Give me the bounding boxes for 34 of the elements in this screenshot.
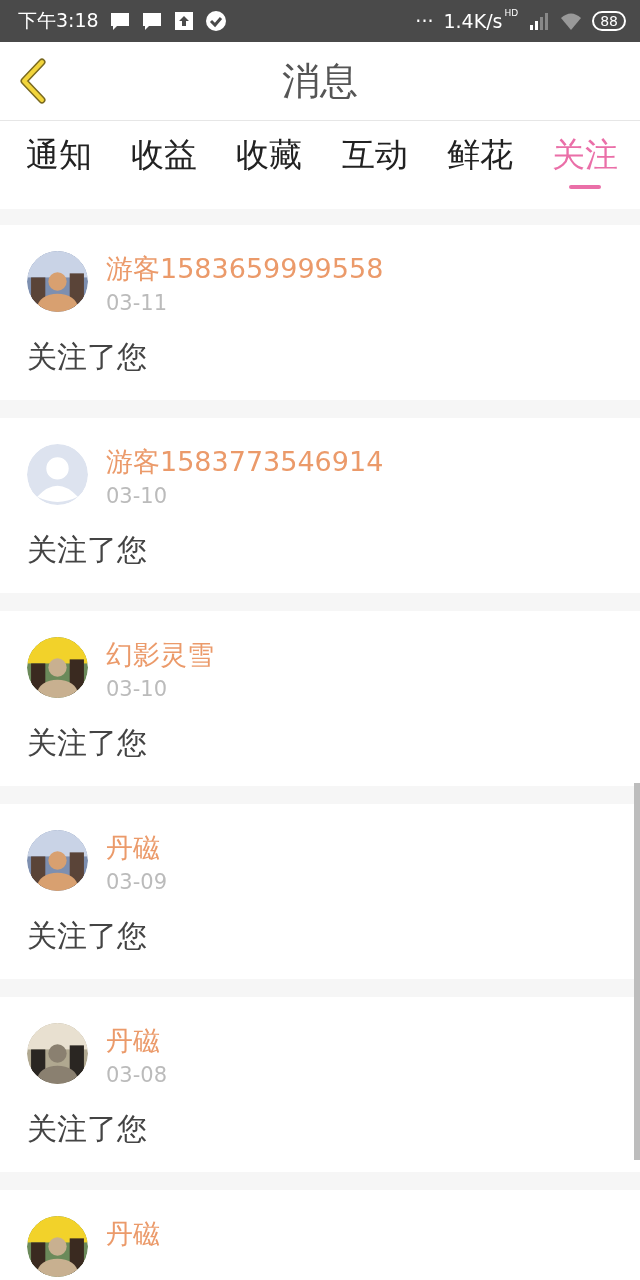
tab[interactable]: 关注 xyxy=(551,131,618,189)
message-text: 关注了您 xyxy=(27,531,148,569)
tab[interactable]: 通知 xyxy=(26,131,92,189)
user-name[interactable]: 丹磁 xyxy=(106,1023,168,1059)
page-title: 消息 xyxy=(282,57,358,105)
default-avatar-icon xyxy=(27,444,88,505)
message-date: 03-11 xyxy=(106,291,169,315)
tab[interactable]: 收益 xyxy=(131,131,198,189)
tab[interactable]: 互动 xyxy=(341,131,408,189)
hd-label: HD xyxy=(504,8,519,18)
battery-indicator: 88 xyxy=(592,11,626,31)
check-icon xyxy=(204,10,227,32)
tab[interactable]: 收藏 xyxy=(236,131,303,189)
message-date: 03-10 xyxy=(106,677,169,701)
message-text: 关注了您 xyxy=(27,724,148,762)
message-date: 03-09 xyxy=(106,870,168,894)
network-speed: 1.4K/s xyxy=(443,10,503,32)
message-date: 03-08 xyxy=(106,1063,168,1087)
user-name[interactable]: 丹磁 xyxy=(106,1216,160,1252)
message-text: 关注了您 xyxy=(27,1110,148,1148)
user-name[interactable]: 游客1583773546914 xyxy=(106,444,384,480)
message-icon xyxy=(108,10,131,32)
user-name[interactable]: 游客1583659999558 xyxy=(106,251,384,287)
user-name[interactable]: 丹磁 xyxy=(106,830,168,866)
message-text: 关注了您 xyxy=(27,338,148,376)
tab[interactable]: 鲜花 xyxy=(446,131,513,189)
status-time: 下午3:18 xyxy=(18,8,99,33)
message-icon xyxy=(140,10,163,32)
more-notifications: ··· xyxy=(415,10,434,32)
message-date: 03-10 xyxy=(106,484,169,508)
message-text: 关注了您 xyxy=(27,917,148,955)
signal-icon xyxy=(528,10,551,32)
upload-icon xyxy=(172,10,195,32)
user-name[interactable]: 幻影灵雪 xyxy=(106,637,214,673)
